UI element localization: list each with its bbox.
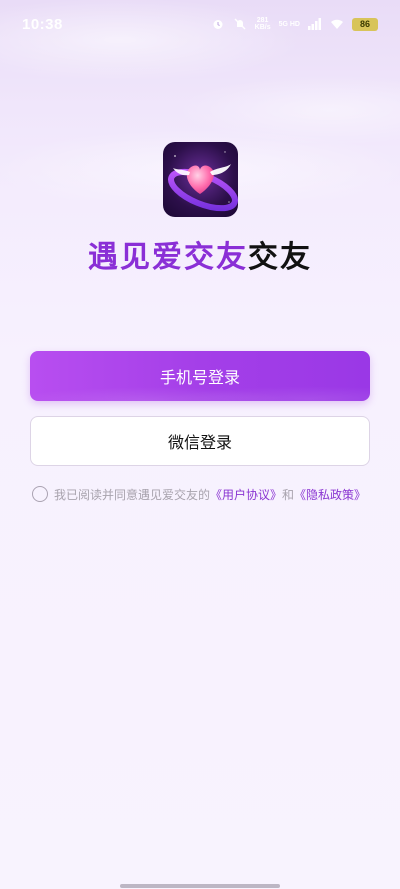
agreement-checkbox[interactable] [32, 486, 48, 502]
app-logo [163, 142, 238, 217]
app-name-brand: 遇见爱交友 [88, 240, 248, 275]
agreement-prefix: 我已阅读并同意遇见爱交友的 [54, 487, 211, 502]
status-time: 10:38 [22, 15, 63, 33]
agreement-row: 我已阅读并同意遇见爱交友的 《用户协议》 和 《隐私政策》 [32, 485, 366, 503]
privacy-policy-link[interactable]: 《隐私政策》 [294, 486, 366, 503]
signal-bars-icon [308, 17, 322, 31]
status-bar: 10:38 281 KB/s 5G HD 86 [0, 0, 400, 48]
phone-login-button[interactable]: 手机号登录 [30, 351, 370, 401]
wechat-login-button[interactable]: 微信登录 [30, 416, 370, 466]
network-speed-unit: KB/s [254, 24, 271, 31]
wechat-login-label: 微信登录 [167, 433, 232, 452]
mute-icon [233, 17, 247, 31]
phone-login-label: 手机号登录 [159, 368, 240, 387]
status-icons: 281 KB/s 5G HD 86 [211, 17, 378, 31]
app-name: 遇见爱交友交友 [0, 232, 400, 276]
signal-label: 5G HD [278, 20, 300, 28]
heart-planet-icon [168, 151, 238, 212]
user-agreement-link[interactable]: 《用户协议》 [210, 486, 282, 503]
home-indicator[interactable] [120, 884, 280, 888]
app-name-suffix: 交友 [248, 240, 312, 275]
alarm-icon [211, 17, 225, 31]
agreement-and: 和 [282, 487, 295, 502]
network-speed-value: 281 [256, 17, 269, 24]
wifi-icon [330, 17, 344, 31]
battery-indicator: 86 [352, 17, 378, 31]
network-speed: 281 KB/s [255, 17, 271, 31]
